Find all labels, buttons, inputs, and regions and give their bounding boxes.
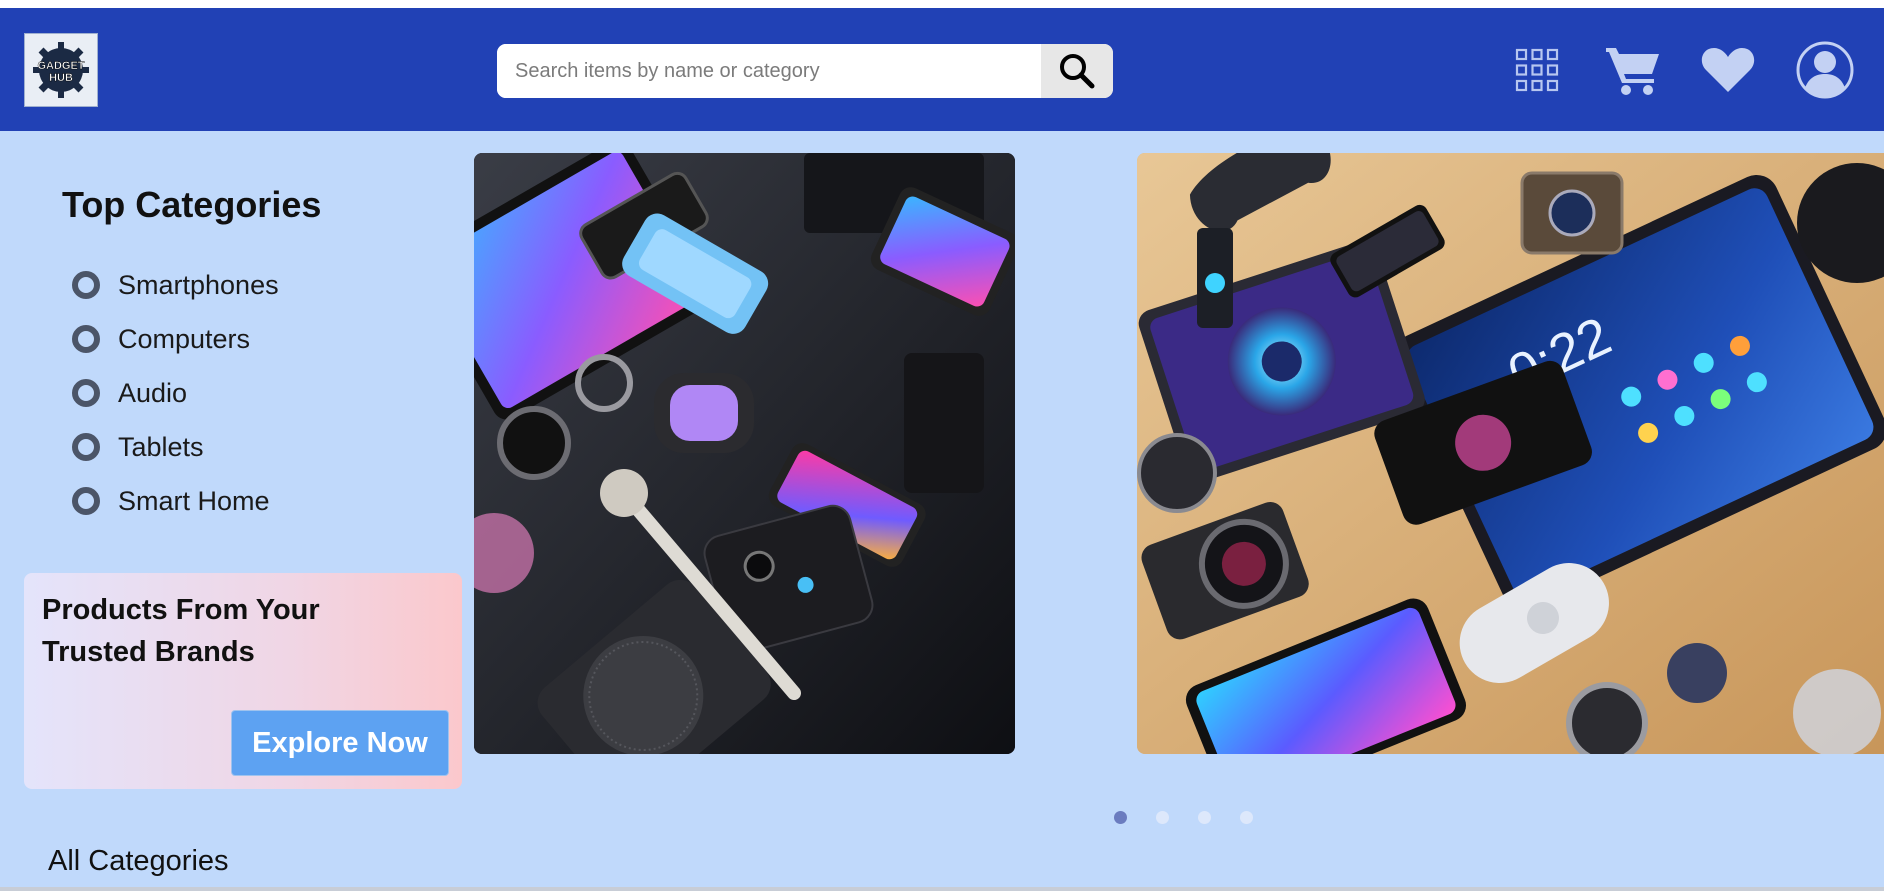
explore-now-button[interactable]: Explore Now — [231, 710, 449, 776]
radio-icon — [72, 325, 100, 353]
search-bar — [497, 44, 1113, 98]
carousel-dot-3[interactable] — [1198, 811, 1211, 824]
user-icon — [1796, 41, 1854, 99]
radio-icon — [72, 487, 100, 515]
grid-menu-icon — [1515, 48, 1559, 92]
category-label: Tablets — [118, 431, 204, 462]
cart-button[interactable] — [1603, 38, 1663, 102]
site-header: GADGET HUB — [0, 8, 1884, 131]
logo[interactable]: GADGET HUB — [24, 33, 98, 107]
wishlist-button[interactable] — [1699, 38, 1757, 102]
carousel-dots — [1114, 811, 1282, 824]
category-item-smart-home[interactable]: Smart Home — [72, 474, 279, 528]
category-label: Smart Home — [118, 485, 270, 516]
heart-icon — [1701, 48, 1755, 92]
promo-title: Products From Your Trusted Brands — [42, 594, 320, 668]
search-button[interactable] — [1041, 44, 1113, 98]
search-input[interactable] — [497, 44, 1041, 98]
cart-icon — [1606, 48, 1659, 95]
category-label: Smartphones — [118, 269, 279, 300]
radio-icon — [72, 271, 100, 299]
carousel-dot-2[interactable] — [1156, 811, 1169, 824]
svg-text:GADGET: GADGET — [37, 60, 84, 72]
top-strip — [0, 0, 1884, 8]
all-categories-heading: All Categories — [48, 845, 229, 877]
radio-icon — [72, 433, 100, 461]
category-item-computers[interactable]: Computers — [72, 312, 279, 366]
top-categories-heading: Top Categories — [62, 184, 322, 225]
carousel-dot-4[interactable] — [1240, 811, 1253, 824]
grid-menu-button[interactable] — [1513, 38, 1561, 102]
category-label: Audio — [118, 377, 188, 408]
search-icon — [1060, 54, 1095, 89]
logo-gear-icon: GADGET HUB — [33, 42, 89, 98]
radio-icon — [72, 379, 100, 407]
gadgets-wood-photo: 0:22 — [1137, 153, 1884, 754]
category-item-audio[interactable]: Audio — [72, 366, 279, 420]
bottom-divider — [0, 887, 1884, 891]
category-item-tablets[interactable]: Tablets — [72, 420, 279, 474]
category-label: Computers — [118, 323, 251, 354]
category-item-smartphones[interactable]: Smartphones — [72, 258, 279, 312]
carousel-dot-1[interactable] — [1114, 811, 1127, 824]
gadgets-dark-photo — [474, 153, 1015, 754]
brands-promo-card: Products From Your Trusted Brands Explor… — [24, 573, 462, 789]
account-button[interactable] — [1795, 38, 1855, 102]
carousel-slide-1[interactable] — [474, 153, 1015, 754]
svg-text:HUB: HUB — [49, 72, 73, 84]
carousel-slide-2[interactable]: 0:22 — [1137, 153, 1884, 754]
category-list: Smartphones Computers Audio Tablets Smar… — [72, 258, 279, 528]
